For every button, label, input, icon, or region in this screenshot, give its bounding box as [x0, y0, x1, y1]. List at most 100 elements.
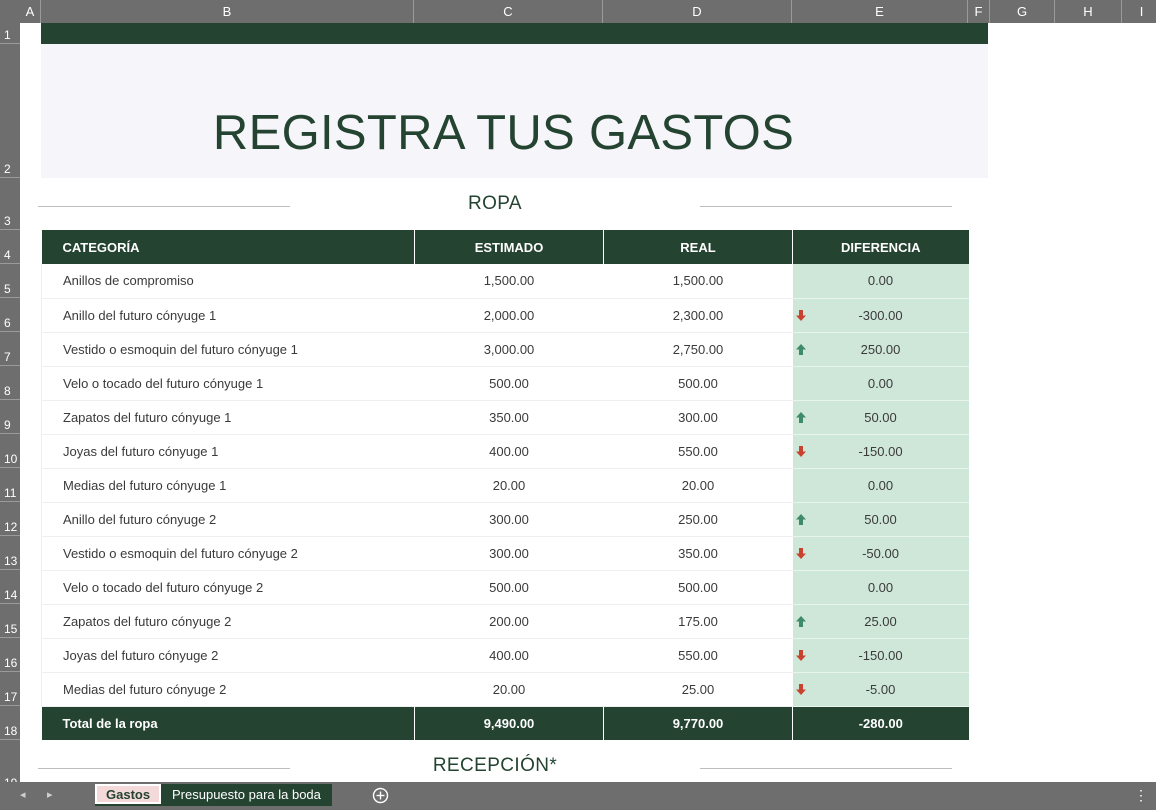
row-header[interactable]: 18 — [0, 706, 20, 740]
row-header[interactable]: 15 — [0, 604, 20, 638]
cell-diferencia[interactable]: -150.00 — [792, 638, 969, 673]
header-estimado[interactable]: ESTIMADO — [414, 230, 604, 264]
cell-estimado[interactable]: 500.00 — [414, 366, 604, 401]
column-header-e[interactable]: E — [792, 0, 968, 23]
column-header-a[interactable]: A — [20, 0, 41, 23]
cell-diferencia[interactable]: 250.00 — [792, 332, 969, 367]
cell-diferencia[interactable]: -50.00 — [792, 536, 969, 571]
row-header[interactable]: 1 — [0, 23, 20, 44]
column-header-c[interactable]: C — [414, 0, 603, 23]
cell-diferencia[interactable]: 50.00 — [792, 400, 969, 435]
cell-estimado[interactable]: 1,500.00 — [414, 264, 604, 299]
cell-real[interactable]: 25.00 — [603, 672, 793, 707]
select-all-corner[interactable] — [0, 0, 20, 23]
column-header-f[interactable]: F — [968, 0, 990, 23]
cell-estimado[interactable]: 400.00 — [414, 638, 604, 673]
cell-categoria[interactable]: Medias del futuro cónyuge 2 — [41, 672, 415, 707]
cell-real[interactable]: 500.00 — [603, 570, 793, 605]
column-header-b[interactable]: B — [41, 0, 414, 23]
cell-real[interactable]: 550.00 — [603, 638, 793, 673]
sheet-tab-gastos[interactable]: Gastos — [95, 784, 162, 806]
total-label[interactable]: Total de la ropa — [41, 706, 415, 740]
cell-estimado[interactable]: 350.00 — [414, 400, 604, 435]
cell-real[interactable]: 175.00 — [603, 604, 793, 639]
column-header-g[interactable]: G — [990, 0, 1055, 23]
row-header[interactable]: 12 — [0, 502, 20, 536]
plus-circle-icon[interactable] — [372, 787, 389, 804]
header-real[interactable]: REAL — [603, 230, 793, 264]
total-real[interactable]: 9,770.00 — [603, 706, 793, 740]
row-header[interactable]: 3 — [0, 178, 20, 230]
row-header[interactable]: 9 — [0, 400, 20, 434]
cell-diferencia[interactable]: 0.00 — [792, 264, 969, 299]
total-estimado[interactable]: 9,490.00 — [414, 706, 604, 740]
cell-estimado[interactable]: 200.00 — [414, 604, 604, 639]
row-header[interactable]: 14 — [0, 570, 20, 604]
cell-categoria[interactable]: Medias del futuro cónyuge 1 — [41, 468, 415, 503]
scroll-tabs-right-icon[interactable]: ▸ — [47, 788, 53, 801]
cell-diferencia[interactable]: -5.00 — [792, 672, 969, 707]
row-header[interactable]: 11 — [0, 468, 20, 502]
cell-categoria[interactable]: Zapatos del futuro cónyuge 1 — [41, 400, 415, 435]
cell-categoria[interactable]: Zapatos del futuro cónyuge 2 — [41, 604, 415, 639]
cell-diferencia[interactable]: 50.00 — [792, 502, 969, 537]
scroll-tabs-left-icon[interactable]: ◂ — [20, 788, 26, 801]
cell-diferencia[interactable]: 0.00 — [792, 570, 969, 605]
cell-diferencia[interactable]: 0.00 — [792, 366, 969, 401]
cell-real[interactable]: 250.00 — [603, 502, 793, 537]
column-header-h[interactable]: H — [1055, 0, 1122, 23]
cell-real[interactable]: 1,500.00 — [603, 264, 793, 299]
cell-diferencia[interactable]: -150.00 — [792, 434, 969, 469]
cell-categoria-value: Medias del futuro cónyuge 2 — [63, 681, 227, 697]
cell-real[interactable]: 550.00 — [603, 434, 793, 469]
cell-estimado[interactable]: 2,000.00 — [414, 298, 604, 333]
total-diferencia[interactable]: -280.00 — [792, 706, 969, 740]
row-header[interactable]: 7 — [0, 332, 20, 366]
cell-estimado[interactable]: 400.00 — [414, 434, 604, 469]
header-diferencia[interactable]: DIFERENCIA — [792, 230, 969, 264]
row-header[interactable]: 2 — [0, 44, 20, 178]
cell-categoria[interactable]: Joyas del futuro cónyuge 2 — [41, 638, 415, 673]
cell-categoria[interactable]: Anillo del futuro cónyuge 2 — [41, 502, 415, 537]
cell-categoria[interactable]: Anillo del futuro cónyuge 1 — [41, 298, 415, 333]
arrow-down-icon — [795, 309, 806, 321]
vertical-ellipsis-icon[interactable]: ⋮ — [1134, 787, 1148, 804]
cell-real[interactable]: 300.00 — [603, 400, 793, 435]
worksheet-grid[interactable]: REGISTRA TUS GASTOS ROPA CATEGORÍA ESTIM… — [20, 23, 1156, 782]
row-header[interactable]: 16 — [0, 638, 20, 672]
cell-estimado[interactable]: 500.00 — [414, 570, 604, 605]
cell-real[interactable]: 20.00 — [603, 468, 793, 503]
cell-categoria[interactable]: Velo o tocado del futuro cónyuge 1 — [41, 366, 415, 401]
column-header-i[interactable]: I — [1122, 0, 1156, 23]
row-header[interactable]: 6 — [0, 298, 20, 332]
row-header[interactable]: 4 — [0, 230, 20, 264]
cell-real[interactable]: 2,750.00 — [603, 332, 793, 367]
cell-estimado[interactable]: 20.00 — [414, 672, 604, 707]
cell-real[interactable]: 500.00 — [603, 366, 793, 401]
cell-diferencia[interactable]: -300.00 — [792, 298, 969, 333]
row-header[interactable]: 13 — [0, 536, 20, 570]
row-header[interactable]: 19 — [0, 740, 20, 782]
cell-estimado[interactable]: 300.00 — [414, 502, 604, 537]
cell-estimado[interactable]: 300.00 — [414, 536, 604, 571]
row-header[interactable]: 10 — [0, 434, 20, 468]
cell-categoria-value: Anillo del futuro cónyuge 1 — [63, 307, 217, 323]
cell-diferencia[interactable]: 0.00 — [792, 468, 969, 503]
cell-categoria[interactable]: Vestido o esmoquin del futuro cónyuge 2 — [41, 536, 415, 571]
column-header-d[interactable]: D — [603, 0, 792, 23]
cell-real[interactable]: 350.00 — [603, 536, 793, 571]
cell-categoria[interactable]: Joyas del futuro cónyuge 1 — [41, 434, 415, 469]
row-header[interactable]: 17 — [0, 672, 20, 706]
cell-categoria[interactable]: Vestido o esmoquin del futuro cónyuge 1 — [41, 332, 415, 367]
sheet-tab-presupuesto[interactable]: Presupuesto para la boda — [161, 784, 332, 806]
header-categoria[interactable]: CATEGORÍA — [41, 230, 415, 264]
row-header[interactable]: 5 — [0, 264, 20, 298]
cell-categoria[interactable]: Anillos de compromiso — [41, 264, 415, 299]
cell-real[interactable]: 2,300.00 — [603, 298, 793, 333]
cell-estimado[interactable]: 3,000.00 — [414, 332, 604, 367]
cell-diferencia[interactable]: 25.00 — [792, 604, 969, 639]
title-cell[interactable]: REGISTRA TUS GASTOS — [41, 44, 988, 178]
cell-categoria[interactable]: Velo o tocado del futuro cónyuge 2 — [41, 570, 415, 605]
cell-estimado[interactable]: 20.00 — [414, 468, 604, 503]
row-header[interactable]: 8 — [0, 366, 20, 400]
